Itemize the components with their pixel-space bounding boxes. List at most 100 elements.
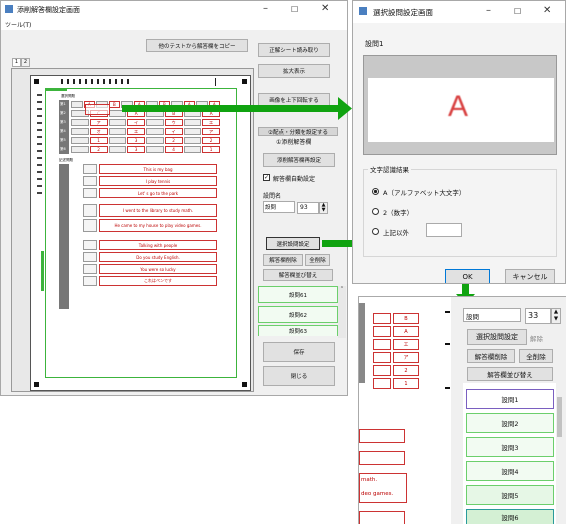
choice-answer-cell[interactable]: 4 bbox=[164, 146, 183, 153]
close-icon[interactable]: ✕ bbox=[321, 3, 329, 14]
zoom-answer-cell[interactable]: 1 bbox=[393, 378, 419, 389]
choice-answer-cell[interactable]: 2 bbox=[164, 137, 183, 144]
dialog-cancel-button[interactable]: キャンセル bbox=[505, 269, 555, 283]
copy-from-other-test-button[interactable]: 他のテストから解答欄をコピー bbox=[146, 39, 248, 52]
delete-all-button[interactable]: 全削除 bbox=[305, 254, 330, 266]
dialog-ok-button[interactable]: OK bbox=[445, 269, 490, 283]
written-answer-box[interactable]: これはペンです bbox=[99, 276, 217, 286]
zoom-answer-cell[interactable]: A bbox=[393, 326, 419, 337]
side-timing-marks bbox=[37, 94, 42, 194]
zoom-question-number-input[interactable]: 33 bbox=[525, 308, 551, 324]
question-item-61[interactable]: 設問61 bbox=[258, 286, 338, 303]
select-question-button[interactable]: 選択設問設定 bbox=[266, 237, 320, 250]
question-name-input[interactable]: 設問 bbox=[263, 201, 295, 213]
zoom-question-item-2[interactable]: 設問2 bbox=[466, 413, 554, 433]
written-answer-box[interactable]: You were so lucky bbox=[99, 264, 217, 274]
written-answer-box[interactable]: I play tennis bbox=[99, 176, 217, 186]
menu-tools[interactable]: ツール(T) bbox=[5, 20, 31, 29]
zoom-panel: BAエア21 math. deo games. 設問 33 ▲ ▼ 選択設問設定 … bbox=[358, 296, 566, 524]
zoom-answer-cell[interactable]: 2 bbox=[393, 365, 419, 376]
dialog-maximize-icon[interactable]: ☐ bbox=[514, 7, 521, 16]
main-window: 添削解答欄設定画面 – ☐ ✕ ツール(T) 他のテストから解答欄をコピー 正解… bbox=[0, 0, 348, 396]
radio-other-label: 上記以外 bbox=[383, 229, 409, 237]
choice-answer-cell[interactable]: 3 bbox=[127, 137, 145, 144]
maximize-icon[interactable]: ☐ bbox=[291, 5, 298, 14]
tab-2[interactable]: 2 bbox=[21, 58, 30, 67]
choice-answer-cell[interactable]: B bbox=[108, 101, 120, 108]
question-list-scrollbar[interactable]: ⌃ bbox=[338, 286, 346, 338]
choice-answer-cell[interactable]: 3 bbox=[127, 146, 145, 153]
timing-marks bbox=[61, 79, 131, 84]
choice-answer-cell[interactable]: エ bbox=[127, 128, 145, 135]
zoom-answer-cell[interactable]: エ bbox=[393, 339, 419, 350]
written-answer-box[interactable]: Talking with people bbox=[99, 240, 217, 250]
zoom-button[interactable]: 拡大表示 bbox=[258, 64, 330, 78]
radio-alpha-label: A（アルファベット大文字） bbox=[383, 189, 466, 197]
zoom-english-box bbox=[359, 429, 405, 443]
sort-answers-button[interactable]: 解答欄並び替え bbox=[263, 269, 333, 281]
zoom-answer-cell[interactable]: ア bbox=[393, 352, 419, 363]
scan-viewport[interactable]: 選択問題 第1ABABAA第2CABA第3アイウエ第4オエイア第51322第62… bbox=[11, 68, 254, 392]
choice-answer-cell[interactable]: イ bbox=[164, 128, 183, 135]
zoom-dash-mark bbox=[445, 387, 450, 389]
choice-answer-cell[interactable]: エ bbox=[202, 119, 220, 126]
dialog-question-label: 設問1 bbox=[365, 40, 384, 48]
choice-answer-cell[interactable]: 1 bbox=[202, 146, 220, 153]
reset-answer-button[interactable]: 添削解答欄再設定 bbox=[263, 153, 335, 167]
set-points-button[interactable]: ②配点・分類を設定する bbox=[258, 127, 338, 136]
zoom-question-list-scrollbar[interactable] bbox=[556, 383, 563, 524]
choice-cell-label bbox=[71, 137, 89, 144]
zoom-release-button[interactable]: 解除 bbox=[530, 333, 543, 343]
zoom-question-item-5[interactable]: 設問5 bbox=[466, 485, 554, 505]
choice-answer-cell[interactable]: ウ bbox=[164, 119, 183, 126]
dialog-close-icon[interactable]: ✕ bbox=[543, 5, 551, 16]
radio-number[interactable] bbox=[372, 208, 379, 215]
menu-bar: ツール(T) bbox=[1, 19, 347, 30]
choice-answer-cell[interactable]: 2 bbox=[89, 146, 108, 153]
zoom-select-question-button[interactable]: 選択設問設定 bbox=[467, 329, 527, 345]
delete-answer-button[interactable]: 解答欄削除 bbox=[263, 254, 303, 266]
written-answer-box[interactable]: He came to my house to play video games. bbox=[99, 219, 217, 232]
question-number-input[interactable]: 93 bbox=[297, 202, 319, 214]
minimize-icon[interactable]: – bbox=[263, 3, 268, 14]
choice-answer-cell[interactable]: イ bbox=[127, 119, 145, 126]
zoom-question-number-stepper[interactable]: ▲ ▼ bbox=[551, 308, 561, 324]
recognition-group-title: 文字認識結果 bbox=[368, 164, 411, 174]
zoom-scrollbar-thumb[interactable] bbox=[557, 397, 562, 437]
question-item-62[interactable]: 設問62 bbox=[258, 306, 338, 323]
written-answer-number-cell bbox=[83, 276, 97, 286]
written-answer-number-cell bbox=[83, 264, 97, 274]
tab-1[interactable]: 1 bbox=[12, 58, 21, 67]
choice-cell-label bbox=[146, 146, 164, 153]
choice-answer-cell[interactable]: ア bbox=[89, 119, 108, 126]
other-value-input[interactable] bbox=[426, 223, 462, 237]
zoom-question-name-input[interactable]: 設問 bbox=[463, 308, 521, 322]
zoom-delete-answer-button[interactable]: 解答欄削除 bbox=[467, 349, 515, 363]
choice-cell-label bbox=[108, 146, 127, 153]
written-answer-box[interactable]: I went to the library to study math. bbox=[99, 204, 217, 217]
choice-answer-cell[interactable]: 2 bbox=[202, 137, 220, 144]
auto-set-checkbox[interactable]: ✓ bbox=[263, 174, 270, 181]
zoom-sort-answers-button[interactable]: 解答欄並び替え bbox=[467, 367, 553, 381]
read-answer-sheet-button[interactable]: 正解シート読み取り bbox=[258, 43, 330, 57]
zoom-question-item-1[interactable]: 設問1 bbox=[466, 389, 554, 409]
save-button[interactable]: 保存 bbox=[263, 342, 335, 362]
zoom-question-item-6[interactable]: 設問6 bbox=[466, 509, 554, 524]
zoom-answer-cell[interactable]: B bbox=[393, 313, 419, 324]
written-answer-box[interactable]: This is my bag bbox=[99, 164, 217, 174]
radio-alpha[interactable] bbox=[372, 188, 379, 195]
dialog-minimize-icon[interactable]: – bbox=[486, 5, 491, 16]
close-button[interactable]: 閉じる bbox=[263, 366, 335, 386]
question-number-stepper[interactable]: ▲ ▼ bbox=[319, 202, 328, 214]
written-answer-box[interactable]: Do you study English. bbox=[99, 252, 217, 262]
radio-other[interactable] bbox=[372, 228, 379, 235]
choice-answer-cell[interactable]: 1 bbox=[89, 137, 108, 144]
zoom-delete-all-button[interactable]: 全削除 bbox=[519, 349, 553, 363]
choice-answer-cell[interactable]: オ bbox=[89, 128, 108, 135]
zoom-question-item-3[interactable]: 設問3 bbox=[466, 437, 554, 457]
written-answer-box[interactable]: Let' s go to the park bbox=[99, 188, 217, 198]
zoom-question-item-4[interactable]: 設問4 bbox=[466, 461, 554, 481]
question-item-63[interactable]: 設問63 bbox=[258, 325, 338, 336]
corner-mark bbox=[242, 382, 247, 387]
choice-answer-cell[interactable]: ア bbox=[202, 128, 220, 135]
